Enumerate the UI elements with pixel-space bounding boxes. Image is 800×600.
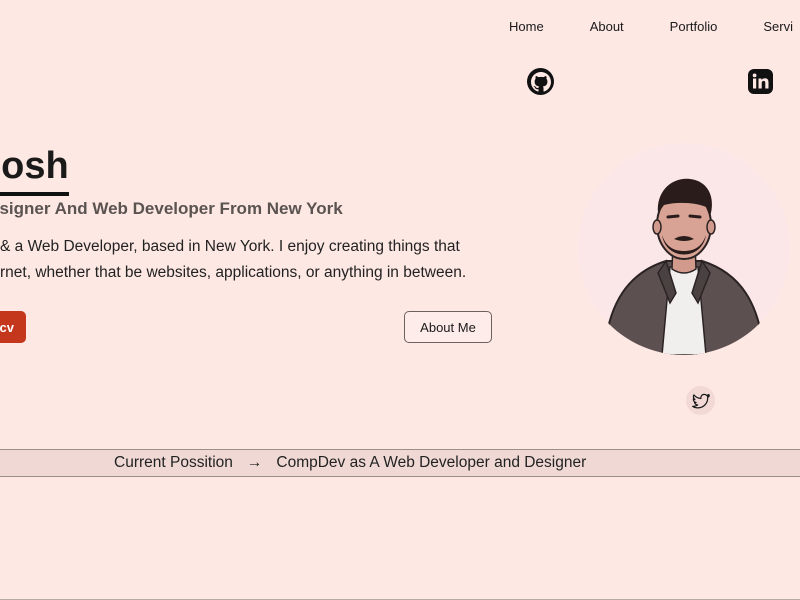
hero-subtitle: esigner And Web Developer From New York	[0, 199, 343, 218]
download-cv-button[interactable]: cv	[0, 311, 26, 343]
nav-services-link[interactable]: Servi	[763, 19, 793, 35]
top-nav: Home About Portfolio Servi	[509, 19, 800, 35]
nav-about-link[interactable]: About	[590, 19, 624, 35]
github-icon[interactable]	[527, 68, 554, 95]
avatar	[578, 143, 790, 355]
hero-bio-line: rnet, whether that be websites, applicat…	[0, 264, 467, 281]
hero-bio-line: & a Web Developer, based in New York. I …	[0, 238, 460, 255]
current-position-bar: Current Possition → CompDev as A Web Dev…	[0, 449, 800, 477]
nav-portfolio-link[interactable]: Portfolio	[670, 19, 718, 35]
twitter-logo	[691, 393, 710, 408]
about-me-button[interactable]: About Me	[404, 311, 492, 343]
hero-name: Josh	[0, 142, 69, 196]
github-logo	[530, 71, 551, 92]
avatar-illustration	[578, 143, 790, 355]
arrow-right-icon: →	[246, 454, 263, 471]
position-label: Current Possition	[114, 454, 233, 471]
linkedin-logo	[748, 69, 773, 94]
linkedin-icon[interactable]	[747, 68, 774, 95]
nav-home-link[interactable]: Home	[509, 19, 544, 35]
position-value: CompDev as A Web Developer and Designer	[276, 454, 587, 471]
hero-bio: & a Web Developer, based in New York. I …	[0, 234, 530, 286]
portfolio-page: Home About Portfolio Servi Josh esigner …	[0, 0, 800, 600]
twitter-icon[interactable]	[686, 386, 715, 415]
